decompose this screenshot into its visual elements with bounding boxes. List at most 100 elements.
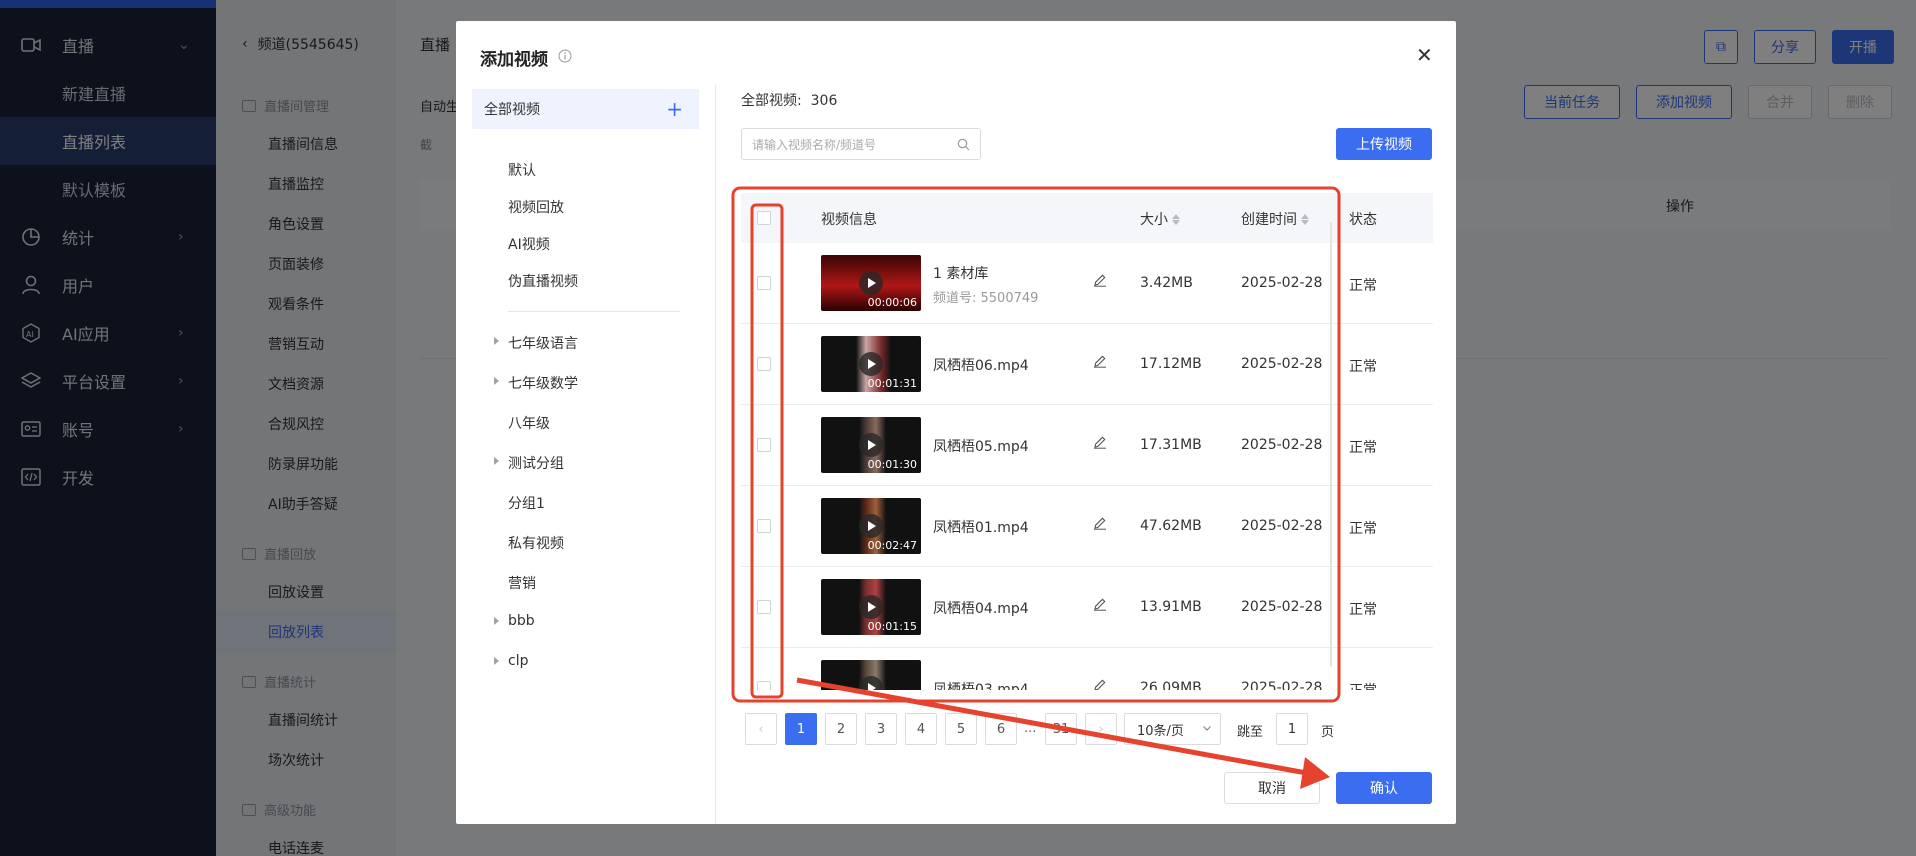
upload-video-button[interactable]: 上传视频 — [1336, 128, 1432, 160]
category-group[interactable]: 测试分组 — [494, 453, 564, 473]
video-name: 凤栖梧04.mp4 — [933, 601, 1029, 617]
column-header-created[interactable]: 创建时间 — [1241, 209, 1309, 229]
caret-right-icon[interactable] — [494, 337, 499, 345]
page-button[interactable]: 1 — [785, 713, 817, 745]
edit-icon[interactable] — [1093, 516, 1107, 534]
category-item[interactable]: 伪直播视频 — [508, 271, 578, 291]
category-item[interactable]: 默认 — [508, 160, 536, 180]
caret-right-icon[interactable] — [494, 617, 499, 625]
video-created-date: 2025-02-28 — [1241, 356, 1323, 372]
video-name: 凤栖梧03.mp4 — [933, 682, 1029, 690]
row-checkbox[interactable] — [757, 276, 771, 290]
edit-icon[interactable] — [1093, 354, 1107, 372]
category-group[interactable]: 营销 — [508, 573, 536, 593]
category-label: 全部视频 — [484, 102, 540, 118]
dialog-title: 添加视频 — [480, 45, 572, 70]
page-button[interactable]: 4 — [905, 713, 937, 745]
page-button-last[interactable]: 31 — [1045, 713, 1077, 745]
play-icon[interactable] — [859, 676, 883, 690]
video-name: 1 素材库 — [933, 266, 989, 282]
category-item[interactable]: AI视频 — [508, 234, 550, 254]
caret-right-icon[interactable] — [494, 377, 499, 385]
category-divider — [508, 311, 680, 312]
category-group[interactable]: 八年级 — [508, 413, 550, 433]
category-group[interactable]: 七年级语言 — [494, 333, 578, 353]
page-button[interactable]: 2 — [825, 713, 857, 745]
row-checkbox[interactable] — [757, 438, 771, 452]
video-status: 正常 — [1349, 278, 1377, 294]
caret-right-icon[interactable] — [494, 657, 499, 665]
row-checkbox[interactable] — [757, 681, 771, 690]
video-thumbnail[interactable] — [821, 660, 921, 690]
page-button[interactable]: 6 — [985, 713, 1017, 745]
category-group[interactable]: 私有视频 — [508, 533, 564, 553]
caret-right-icon[interactable] — [494, 457, 499, 465]
dialog-title-text: 添加视频 — [480, 50, 548, 70]
confirm-button[interactable]: 确认 — [1336, 772, 1432, 804]
pagination-ellipsis: ... — [1024, 721, 1037, 736]
video-duration: 00:02:47 — [867, 539, 917, 552]
total-videos-label: 全部视频: 306 — [741, 93, 838, 109]
page-size-value: 10条/页 — [1137, 723, 1184, 739]
video-thumbnail[interactable]: 00:01:31 — [821, 336, 921, 392]
column-header-status: 状态 — [1349, 212, 1377, 228]
sort-icon[interactable] — [1172, 213, 1180, 225]
video-size: 26.09MB — [1140, 680, 1202, 690]
play-icon[interactable] — [859, 433, 883, 457]
category-all-videos[interactable]: 全部视频 + — [472, 89, 699, 129]
category-item[interactable]: 视频回放 — [508, 197, 564, 217]
edit-icon[interactable] — [1093, 597, 1107, 615]
video-status: 正常 — [1349, 521, 1377, 537]
close-icon[interactable]: ✕ — [1416, 43, 1433, 67]
sort-icon[interactable] — [1301, 213, 1309, 225]
info-icon — [558, 48, 572, 68]
page-button[interactable]: 3 — [865, 713, 897, 745]
edit-icon[interactable] — [1093, 678, 1107, 690]
video-status: 正常 — [1349, 680, 1377, 690]
video-thumbnail[interactable]: 00:01:30 — [821, 417, 921, 473]
table-scrollbar[interactable] — [1330, 222, 1332, 667]
channel-number: 频道号: 5500749 — [933, 291, 1039, 306]
video-status: 正常 — [1349, 359, 1377, 375]
category-group[interactable]: 七年级数学 — [494, 373, 578, 393]
page-button[interactable]: 5 — [945, 713, 977, 745]
video-duration: 00:01:30 — [867, 458, 917, 471]
video-created-date: 2025-02-28 — [1241, 680, 1323, 690]
video-created-date: 2025-02-28 — [1241, 437, 1323, 453]
video-thumbnail[interactable]: 00:01:15 — [821, 579, 921, 635]
row-checkbox[interactable] — [757, 519, 771, 533]
play-icon[interactable] — [859, 595, 883, 619]
video-thumbnail[interactable]: 00:02:47 — [821, 498, 921, 554]
video-thumbnail[interactable]: 00:00:06 — [821, 255, 921, 311]
page-unit-label: 页 — [1321, 725, 1335, 740]
next-page-button[interactable]: › — [1085, 713, 1117, 745]
play-icon[interactable] — [859, 271, 883, 295]
video-status: 正常 — [1349, 602, 1377, 618]
play-icon[interactable] — [859, 514, 883, 538]
row-checkbox[interactable] — [757, 600, 771, 614]
search-icon[interactable] — [957, 138, 970, 154]
video-duration: 00:00:06 — [867, 296, 917, 309]
category-group[interactable]: bbb — [494, 613, 535, 629]
jump-label: 跳至 — [1237, 725, 1264, 740]
select-all-checkbox[interactable] — [757, 211, 771, 225]
edit-icon[interactable] — [1093, 273, 1107, 291]
edit-icon[interactable] — [1093, 435, 1107, 453]
cancel-button[interactable]: 取消 — [1224, 772, 1320, 804]
jump-page-input[interactable]: 1 — [1276, 713, 1308, 745]
column-header-size[interactable]: 大小 — [1140, 209, 1180, 229]
category-group[interactable]: clp — [494, 653, 528, 669]
page-size-select[interactable]: 10条/页 — [1124, 713, 1221, 745]
column-header-info: 视频信息 — [821, 212, 877, 228]
search-input[interactable]: 请输入视频名称/频道号 — [741, 128, 981, 160]
total-videos-count: 306 — [810, 93, 838, 109]
video-created-date: 2025-02-28 — [1241, 599, 1323, 615]
play-icon[interactable] — [859, 352, 883, 376]
row-checkbox[interactable] — [757, 357, 771, 371]
prev-page-button[interactable]: ‹ — [745, 713, 777, 745]
video-size: 17.12MB — [1140, 356, 1202, 372]
video-size: 13.91MB — [1140, 599, 1202, 615]
add-category-icon[interactable]: + — [666, 97, 683, 121]
video-size: 17.31MB — [1140, 437, 1202, 453]
category-group[interactable]: 分组1 — [508, 493, 545, 513]
